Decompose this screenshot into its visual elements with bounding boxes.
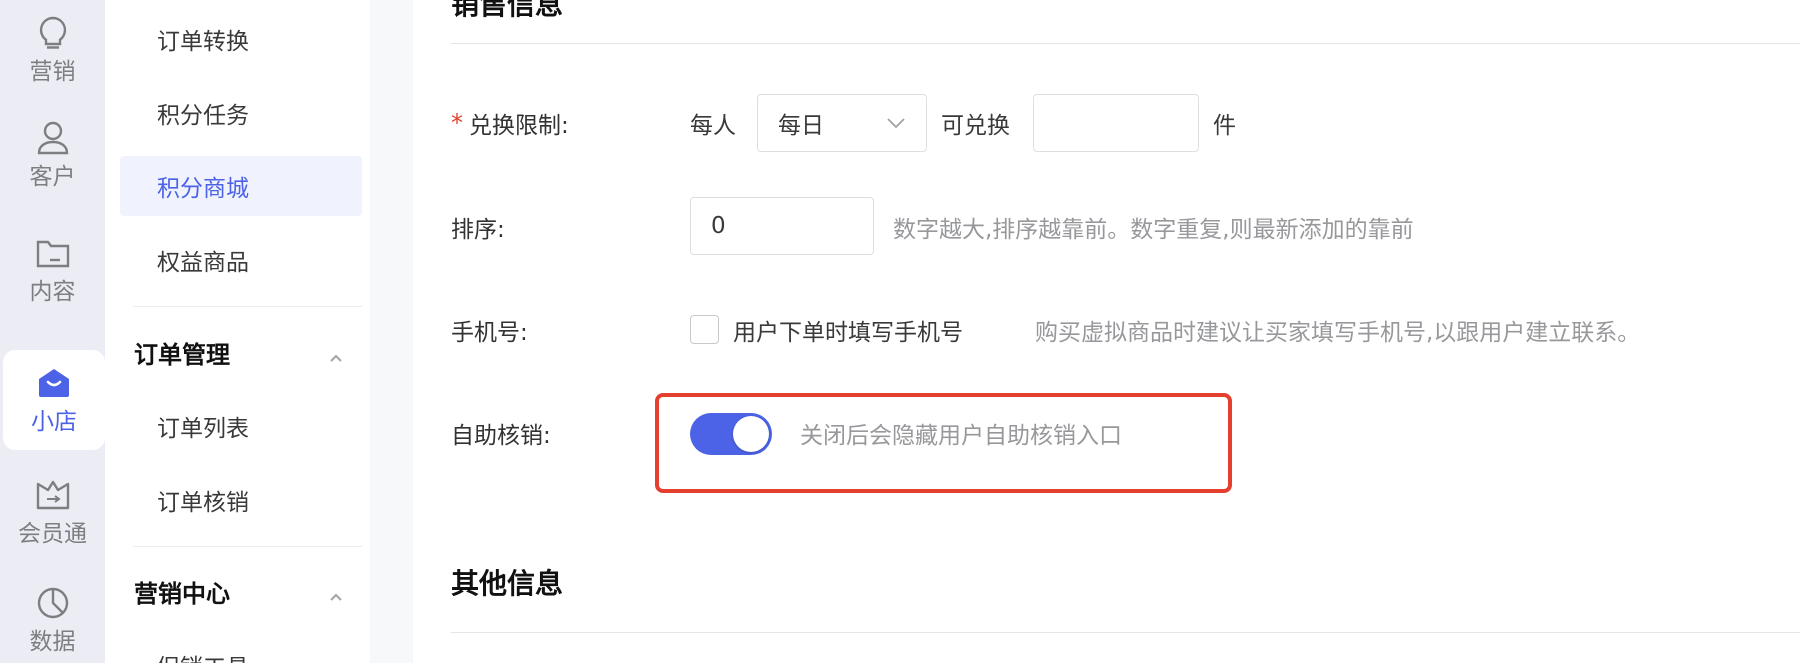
rail-item-label: 数据 [29, 629, 76, 655]
chevron-down-icon [886, 110, 906, 136]
section-title-sales-info: 销售信息 [451, 0, 564, 21]
divider [133, 306, 362, 307]
phone-checkbox-label[interactable]: 用户下单时填写手机号 [733, 313, 963, 347]
section-divider [451, 632, 1800, 633]
subnav-group-title: 订单管理 [134, 340, 230, 369]
subnav-item-label: 订单核销 [157, 490, 249, 516]
subnav-group-marketing-center[interactable]: 营销中心 [120, 566, 362, 616]
lightbulb-icon [35, 15, 71, 51]
crown-icon [35, 477, 71, 513]
rail-item-label: 营销 [29, 59, 76, 85]
subnav-item-label: 促销工具 [157, 648, 249, 663]
highlight-box [655, 393, 1232, 493]
exchange-limit-unit: 件 [1213, 113, 1236, 139]
rail-item-label: 内容 [29, 279, 76, 305]
subnav-item-promotion-tools[interactable]: 促销工具 [120, 635, 462, 663]
subnav-item-benefit-products[interactable]: 权益商品 [120, 230, 462, 290]
sort-input[interactable] [690, 197, 874, 255]
exchange-period-select[interactable]: 每日 [757, 94, 927, 152]
phone-label: 手机号: [451, 313, 528, 347]
chevron-up-icon [328, 583, 344, 601]
section-title-other-info: 其他信息 [451, 567, 564, 600]
sort-label-text: 排序: [451, 217, 505, 243]
exchange-limit-label-text: 兑换限制: [469, 113, 569, 139]
divider [133, 546, 362, 547]
user-icon [35, 120, 71, 156]
subnav-group-order-management[interactable]: 订单管理 [120, 327, 362, 377]
self-verify-label: 自助核销: [451, 416, 551, 450]
chevron-up-icon [328, 344, 344, 362]
pie-chart-icon [35, 585, 71, 621]
rail-item-content[interactable]: 内容 [0, 220, 105, 320]
exchange-quantity-input[interactable] [1033, 94, 1199, 152]
subnav-item-order-verification[interactable]: 订单核销 [120, 470, 462, 530]
folder-icon [35, 235, 71, 271]
exchange-limit-label: * 兑换限制: [451, 106, 569, 140]
rail-item-shop[interactable]: 小店 [3, 350, 105, 450]
phone-required-checkbox[interactable] [690, 315, 719, 344]
phone-hint: 购买虚拟商品时建议让买家填写手机号,以跟用户建立联系。 [1035, 320, 1641, 346]
exchange-limit-middle-text: 可兑换 [941, 113, 1010, 139]
subnav-group-title: 营销中心 [134, 579, 230, 608]
rail-item-data[interactable]: 数据 [0, 570, 105, 663]
secondary-nav: 订单转换 积分任务 积分商城 权益商品 订单管理 订单列表 订单核销 营销中心 … [105, 0, 370, 663]
rail-item-label: 会员通 [18, 521, 87, 547]
subnav-item-label: 积分商城 [157, 176, 249, 202]
subnav-item-order-conversion[interactable]: 订单转换 [120, 9, 462, 69]
self-verify-label-text: 自助核销: [451, 423, 551, 449]
exchange-period-value: 每日 [778, 113, 824, 139]
required-mark: * [451, 109, 463, 137]
shop-bag-icon [36, 365, 72, 401]
sort-label: 排序: [451, 210, 505, 244]
sort-hint: 数字越大,排序越靠前。数字重复,则最新添加的靠前 [893, 217, 1414, 243]
exchange-limit-prefix: 每人 [690, 113, 736, 139]
subnav-item-points-tasks[interactable]: 积分任务 [120, 83, 462, 143]
main-content: 销售信息 * 兑换限制: 每人 每日 可兑换 件 排序: 数字越大,排序越靠前。… [413, 0, 1800, 663]
rail-item-membership[interactable]: 会员通 [0, 462, 105, 562]
rail-item-label: 小店 [31, 409, 77, 435]
subnav-item-label: 订单转换 [157, 29, 249, 55]
rail-item-label: 客户 [29, 164, 76, 190]
rail-item-marketing[interactable]: 营销 [0, 0, 105, 100]
subnav-item-order-list[interactable]: 订单列表 [120, 396, 462, 456]
section-divider [451, 43, 1800, 44]
rail-item-customers[interactable]: 客户 [0, 105, 105, 205]
primary-nav-rail: 营销 客户 内容 小店 会员通 数据 [0, 0, 105, 663]
subnav-item-label: 权益商品 [157, 250, 249, 276]
phone-label-text: 手机号: [451, 320, 528, 346]
subnav-item-points-mall[interactable]: 积分商城 [120, 156, 362, 216]
subnav-item-label: 积分任务 [157, 103, 249, 129]
subnav-item-label: 订单列表 [157, 416, 249, 442]
